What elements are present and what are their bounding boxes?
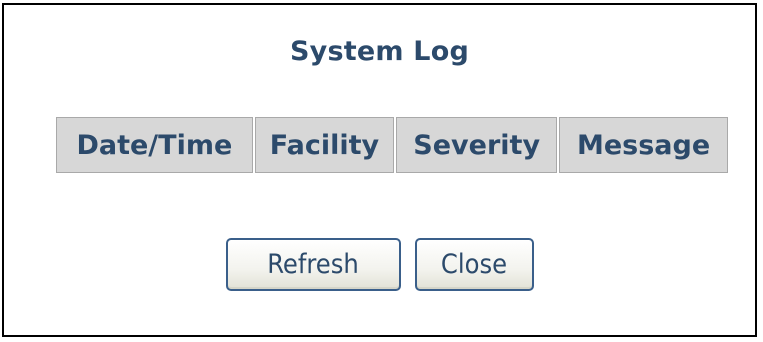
close-button[interactable]: Close <box>414 238 534 291</box>
refresh-button[interactable]: Refresh <box>225 238 401 291</box>
log-table: Date/Time Facility Severity Message <box>54 115 730 175</box>
button-row: Refresh Close <box>4 238 755 291</box>
column-header-facility: Facility <box>254 117 395 173</box>
table-header-row: Date/Time Facility Severity Message <box>56 117 728 173</box>
column-header-message: Message <box>559 117 728 173</box>
system-log-panel: System Log Date/Time Facility Severity M… <box>2 3 757 337</box>
column-header-severity: Severity <box>396 117 558 173</box>
column-header-date-time: Date/Time <box>56 117 253 173</box>
page-title: System Log <box>290 36 469 67</box>
